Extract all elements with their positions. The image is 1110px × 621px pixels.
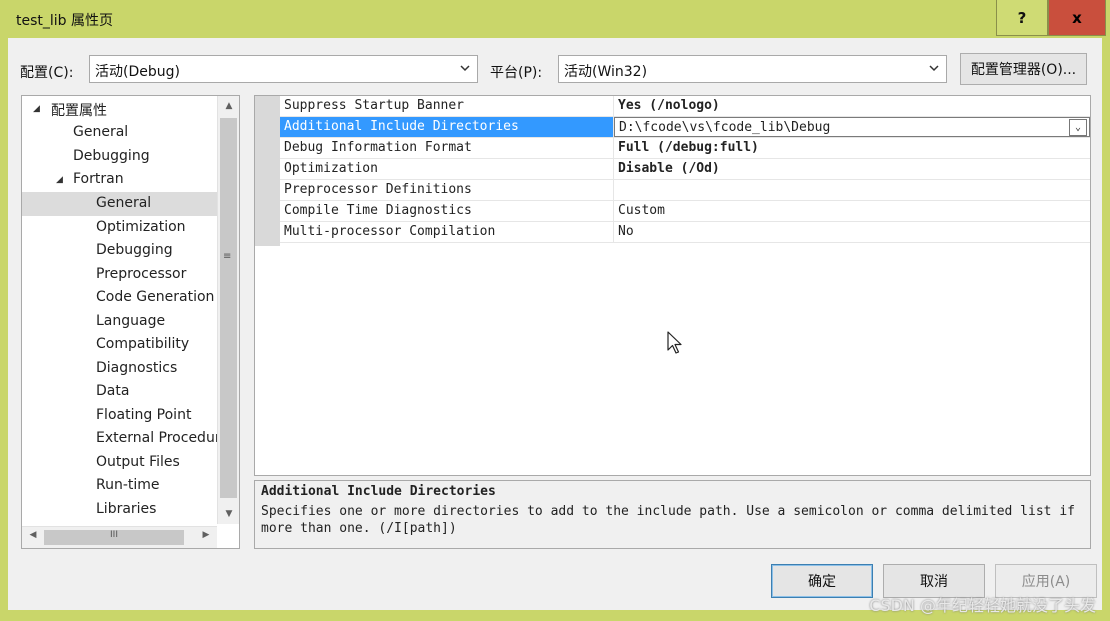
property-row-multi-processor-compilation[interactable]: Multi-processor Compilation No — [280, 222, 1090, 243]
tree-item-language[interactable]: Language — [22, 310, 217, 334]
tree-horizontal-scrollbar[interactable]: ◀ III ▶ — [22, 526, 217, 548]
property-row-compile-time-diagnostics[interactable]: Compile Time Diagnostics Custom — [280, 201, 1090, 222]
property-row-additional-include-directories[interactable]: Additional Include Directories D:\fcode\… — [280, 117, 1090, 138]
tree-item-label: 配置属性 — [51, 103, 107, 119]
configuration-manager-button[interactable]: 配置管理器(O)... — [960, 53, 1087, 85]
expand-arrow-icon[interactable]: ◢ — [33, 104, 40, 114]
tree-item-label: Run-time — [96, 477, 160, 493]
property-value[interactable] — [614, 180, 1090, 200]
tree-item-label: General — [73, 124, 129, 140]
tree-vertical-scrollbar[interactable]: ▲ ≡ ▼ — [217, 96, 239, 524]
description-title: Additional Include Directories — [261, 484, 496, 499]
tree-item-label: Debugging — [73, 148, 150, 164]
property-value[interactable]: Disable (/Od) — [614, 159, 1090, 179]
tree-item-optimization[interactable]: Optimization — [22, 216, 217, 240]
property-value[interactable]: Full (/debug:full) — [614, 138, 1090, 158]
grid-gutter — [255, 96, 280, 246]
configuration-label: 配置(C): — [20, 65, 74, 81]
property-value[interactable]: No — [614, 222, 1090, 242]
description-panel: Additional Include Directories Specifies… — [254, 480, 1091, 549]
property-name: Debug Information Format — [280, 138, 614, 158]
tree-item-data[interactable]: Data — [22, 380, 217, 404]
property-row-debug-information-format[interactable]: Debug Information Format Full (/debug:fu… — [280, 138, 1090, 159]
scroll-thumb[interactable] — [220, 118, 237, 498]
property-name: Compile Time Diagnostics — [280, 201, 614, 221]
close-button[interactable]: x — [1048, 0, 1106, 36]
property-name: Suppress Startup Banner — [280, 96, 614, 116]
tree-item-diagnostics[interactable]: Diagnostics — [22, 357, 217, 381]
property-name: Preprocessor Definitions — [280, 180, 614, 200]
tree-item-fortran-debugging[interactable]: Debugging — [22, 239, 217, 263]
mouse-cursor-icon — [667, 331, 682, 354]
scroll-thumb[interactable]: III — [44, 530, 184, 545]
tree-item-label: Output Files — [96, 454, 180, 470]
property-value[interactable]: Custom — [614, 201, 1090, 221]
window-title: test_lib 属性页 — [16, 13, 114, 29]
chevron-down-icon — [928, 59, 940, 80]
properties-dialog: test_lib 属性页 ? x 配置(C): 活动(Debug) 平台(P):… — [0, 0, 1110, 621]
tree-item-label: External Procedur — [96, 430, 217, 446]
chevron-down-icon — [459, 59, 471, 80]
description-text: Specifies one or more directories to add… — [261, 504, 1075, 536]
tree-item-general[interactable]: General — [22, 121, 217, 145]
property-name: Optimization — [280, 159, 614, 179]
scroll-left-icon[interactable]: ◀ — [24, 530, 42, 540]
tree-item-fortran-general[interactable]: General — [22, 192, 217, 216]
tree-item-debugging[interactable]: Debugging — [22, 145, 217, 169]
property-value-text[interactable]: D:\fcode\vs\fcode_lib\Debug — [619, 120, 830, 135]
scroll-grip-icon: ≡ — [223, 251, 232, 262]
tree-item-code-generation[interactable]: Code Generation — [22, 286, 217, 310]
dropdown-icon[interactable]: ⌄ — [1069, 119, 1087, 136]
configuration-select[interactable]: 活动(Debug) — [89, 55, 478, 83]
tree-item-fortran[interactable]: ◢ Fortran — [22, 168, 217, 192]
tree-item-run-time[interactable]: Run-time — [22, 474, 217, 498]
property-row-preprocessor-definitions[interactable]: Preprocessor Definitions — [280, 180, 1090, 201]
property-grid: Suppress Startup Banner Yes (/nologo) Ad… — [254, 95, 1091, 476]
tree-item-label: Code Generation — [96, 289, 215, 305]
scroll-down-icon[interactable]: ▼ — [218, 504, 239, 524]
tree-item-label: Diagnostics — [96, 360, 178, 376]
scroll-up-icon[interactable]: ▲ — [218, 96, 239, 116]
platform-value: 活动(Win32) — [564, 64, 648, 80]
tree-item-preprocessor[interactable]: Preprocessor — [22, 263, 217, 287]
property-name: Additional Include Directories — [280, 117, 614, 137]
property-value-editor[interactable]: D:\fcode\vs\fcode_lib\Debug ⌄ — [614, 117, 1090, 137]
tree-item-label: Language — [96, 313, 166, 329]
property-row-optimization[interactable]: Optimization Disable (/Od) — [280, 159, 1090, 180]
property-row-suppress-startup-banner[interactable]: Suppress Startup Banner Yes (/nologo) — [280, 96, 1090, 117]
watermark-text: CSDN @年纪轻轻她就没了头发 — [869, 596, 1096, 615]
tree-item-configuration-properties[interactable]: ◢ 配置属性 — [22, 97, 217, 121]
tree-item-label: Libraries — [96, 501, 157, 517]
property-tree: ◢ 配置属性 General Debugging ◢ Fortran Gener… — [21, 95, 240, 549]
tree-item-label: Floating Point — [96, 407, 192, 423]
expand-arrow-icon[interactable]: ◢ — [56, 175, 63, 185]
configuration-value: 活动(Debug) — [95, 64, 180, 80]
tree-item-label: Compatibility — [96, 336, 190, 352]
tree-item-floating-point[interactable]: Floating Point — [22, 404, 217, 428]
tree-item-label: Data — [96, 383, 130, 399]
tree-item-output-files[interactable]: Output Files — [22, 451, 217, 475]
platform-label: 平台(P): — [490, 65, 543, 81]
tree-item-compatibility[interactable]: Compatibility — [22, 333, 217, 357]
tree-item-external-procedures[interactable]: External Procedur — [22, 427, 217, 451]
property-value[interactable]: Yes (/nologo) — [614, 96, 1090, 116]
property-name: Multi-processor Compilation — [280, 222, 614, 242]
tree-item-label: Debugging — [96, 242, 173, 258]
scroll-right-icon[interactable]: ▶ — [197, 530, 215, 540]
ok-button[interactable]: 确定 — [771, 564, 873, 598]
tree-item-label: Fortran — [73, 171, 124, 187]
help-button[interactable]: ? — [996, 0, 1048, 36]
tree-item-label: Optimization — [96, 219, 186, 235]
tree-item-libraries[interactable]: Libraries — [22, 498, 217, 522]
platform-select[interactable]: 活动(Win32) — [558, 55, 947, 83]
title-bar: test_lib 属性页 ? x — [0, 0, 1110, 38]
tree-item-label: General — [96, 195, 152, 211]
tree-item-label: Preprocessor — [96, 266, 187, 282]
